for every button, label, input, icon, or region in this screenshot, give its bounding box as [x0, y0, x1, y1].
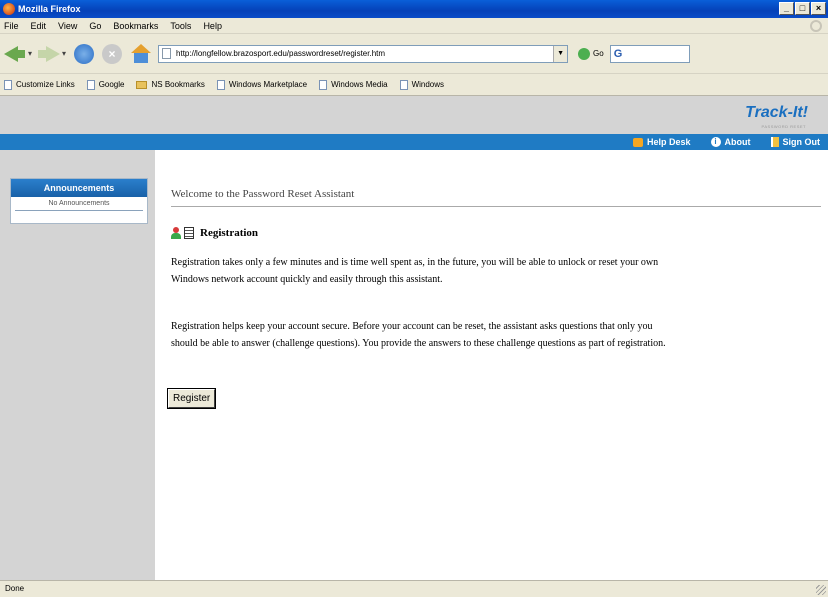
sign-out-link[interactable]: Sign Out — [770, 137, 821, 147]
minimize-button[interactable]: _ — [779, 2, 794, 15]
page-icon — [319, 79, 328, 90]
page-icon — [4, 79, 12, 90]
top-navigation: Help Desk i About Sign Out — [0, 134, 828, 150]
page-title: Welcome to the Password Reset Assistant — [171, 188, 355, 200]
throbber-icon — [810, 20, 822, 32]
page-icon — [399, 79, 408, 90]
bookmark-label: Customize Links — [16, 80, 75, 89]
url-dropdown-icon[interactable]: ▼ — [553, 45, 568, 62]
bookmarks-toolbar: Customize Links Google NS Bookmarks Wind… — [0, 74, 828, 96]
help-desk-link[interactable]: Help Desk — [632, 137, 691, 147]
forward-dropdown-icon[interactable]: ▾ — [62, 49, 66, 58]
bookmark-label: Windows Marketplace — [228, 80, 308, 89]
bookmark-ns-bookmarks[interactable]: NS Bookmarks — [136, 80, 205, 89]
page-icon — [162, 48, 172, 59]
url-bar[interactable]: http://longfellow.brazosport.edu/passwor… — [158, 44, 569, 63]
bookmark-label: NS Bookmarks — [151, 80, 205, 89]
sign-out-icon — [770, 137, 779, 147]
bookmark-windows-media[interactable]: Windows Media — [319, 79, 388, 90]
logo-tagline: PASSWORD RESET — [761, 124, 806, 129]
registration-heading: Registration — [171, 227, 258, 239]
about-label: About — [724, 137, 751, 147]
announcements-panel: Announcements No Announcements — [10, 178, 148, 224]
bookmark-windows-marketplace[interactable]: Windows Marketplace — [216, 79, 308, 90]
close-button[interactable]: × — [811, 2, 826, 15]
menu-bookmarks[interactable]: Bookmarks — [113, 21, 158, 31]
bookmark-label: Windows — [411, 80, 445, 89]
track-it-logo: Track-It! — [745, 104, 808, 121]
bookmark-windows[interactable]: Windows — [399, 79, 445, 90]
divider — [171, 206, 821, 207]
main-content: Welcome to the Password Reset Assistant … — [155, 150, 828, 580]
window-controls: _ □ × — [779, 2, 826, 15]
home-button[interactable] — [130, 43, 152, 64]
bookmark-label: Google — [98, 80, 125, 89]
url-text[interactable]: http://longfellow.brazosport.edu/passwor… — [176, 49, 385, 58]
menu-go[interactable]: Go — [89, 21, 101, 31]
bookmark-customize-links[interactable]: Customize Links — [4, 79, 75, 90]
menu-edit[interactable]: Edit — [31, 21, 47, 31]
form-icon — [184, 227, 194, 239]
window-title: Mozilla Firefox — [18, 4, 81, 14]
resize-grip-icon[interactable] — [816, 585, 826, 595]
info-icon: i — [710, 137, 721, 147]
firefox-icon — [3, 3, 15, 15]
about-link[interactable]: i About — [710, 137, 751, 147]
window-titlebar: Mozilla Firefox _ □ × — [0, 0, 828, 18]
folder-icon — [136, 80, 148, 89]
register-button[interactable]: Register — [166, 388, 217, 409]
status-bar: Done — [0, 580, 828, 597]
forward-button[interactable] — [38, 44, 61, 64]
navigation-toolbar: ▾ ▾ × http://longfellow.brazosport.edu/p… — [0, 34, 828, 74]
back-dropdown-icon[interactable]: ▾ — [28, 49, 32, 58]
menu-help[interactable]: Help — [203, 21, 222, 31]
menu-file[interactable]: File — [4, 21, 19, 31]
menu-tools[interactable]: Tools — [170, 21, 191, 31]
reload-button[interactable] — [74, 43, 95, 64]
menu-bar: File Edit View Go Bookmarks Tools Help — [0, 18, 828, 34]
page-icon — [86, 79, 95, 90]
sign-out-label: Sign Out — [782, 137, 821, 147]
help-desk-icon — [632, 137, 643, 147]
help-desk-label: Help Desk — [646, 137, 691, 147]
stop-button[interactable]: × — [102, 43, 123, 64]
registration-heading-text: Registration — [200, 227, 259, 239]
go-button[interactable]: Go — [593, 49, 604, 58]
go-icon[interactable] — [578, 47, 591, 60]
bookmark-label: Windows Media — [331, 80, 388, 89]
menu-view[interactable]: View — [58, 21, 77, 31]
bookmark-google[interactable]: Google — [86, 79, 125, 90]
site-header: Track-It! PASSWORD RESET — [0, 96, 828, 134]
announcements-title: Announcements — [11, 179, 147, 197]
announcements-empty: No Announcements — [15, 197, 143, 211]
user-icon — [171, 227, 181, 239]
page-icon — [216, 79, 225, 90]
maximize-button[interactable]: □ — [795, 2, 810, 15]
registration-intro-text: Registration takes only a few minutes an… — [171, 257, 659, 285]
search-input[interactable]: G — [609, 44, 690, 63]
status-text: Done — [5, 584, 25, 593]
back-button[interactable] — [4, 44, 26, 64]
registration-security-text: Registration helps keep your account sec… — [171, 321, 666, 349]
